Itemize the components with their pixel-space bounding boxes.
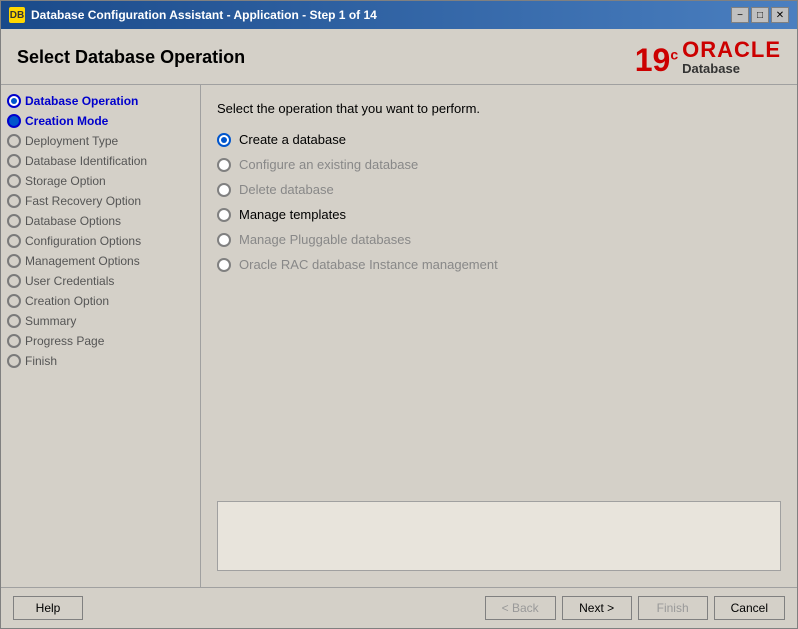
close-button[interactable]: ✕ — [771, 7, 789, 23]
sidebar-item-storage-option[interactable]: Storage Option — [1, 171, 200, 191]
step-indicator-finish — [7, 354, 21, 368]
step-indicator-summary — [7, 314, 21, 328]
sidebar-item-creation-mode[interactable]: Creation Mode — [1, 111, 200, 131]
main-content: Database Operation Creation Mode Deploymen… — [1, 85, 797, 587]
radio-label-manage-templates: Manage templates — [239, 207, 346, 222]
back-button[interactable]: < Back — [485, 596, 556, 620]
title-bar: DB Database Configuration Assistant - Ap… — [1, 1, 797, 29]
info-box — [217, 501, 781, 571]
sidebar-item-label-database-operation: Database Operation — [25, 94, 138, 108]
radio-input-configure-existing — [217, 158, 231, 172]
sidebar-item-database-operation[interactable]: Database Operation — [1, 91, 200, 111]
radio-input-delete-database — [217, 183, 231, 197]
header-bar: Select Database Operation 19c ORACLE Dat… — [1, 29, 797, 85]
sidebar-item-configuration-options[interactable]: Configuration Options — [1, 231, 200, 251]
sidebar-item-fast-recovery-option[interactable]: Fast Recovery Option — [1, 191, 200, 211]
radio-input-create-database[interactable] — [217, 133, 231, 147]
oracle-version: 19c — [635, 44, 678, 76]
oracle-brand: ORACLE Database — [682, 39, 781, 76]
radio-item-oracle-rac: Oracle RAC database Instance management — [217, 257, 781, 272]
step-indicator-configuration-options — [7, 234, 21, 248]
window-controls: − □ ✕ — [731, 7, 789, 23]
sidebar-item-label-database-identification: Database Identification — [25, 154, 147, 168]
step-indicator-database-operation — [7, 94, 21, 108]
sidebar-item-label-configuration-options: Configuration Options — [25, 234, 141, 248]
oracle-logo: 19c ORACLE Database — [635, 39, 781, 76]
step-indicator-deployment-type — [7, 134, 21, 148]
sidebar-item-label-finish: Finish — [25, 354, 57, 368]
step-indicator-creation-mode — [7, 114, 21, 128]
title-bar-left: DB Database Configuration Assistant - Ap… — [9, 7, 377, 23]
oracle-text: ORACLE — [682, 39, 781, 61]
main-window: DB Database Configuration Assistant - Ap… — [0, 0, 798, 629]
radio-group: Create a database Configure an existing d… — [217, 132, 781, 272]
sidebar-item-label-creation-option: Creation Option — [25, 294, 109, 308]
step-indicator-user-credentials — [7, 274, 21, 288]
sidebar-item-label-management-options: Management Options — [25, 254, 140, 268]
sidebar-item-label-progress-page: Progress Page — [25, 334, 104, 348]
oracle-sub: Database — [682, 61, 740, 76]
step-indicator-storage-option — [7, 174, 21, 188]
sidebar-item-label-fast-recovery-option: Fast Recovery Option — [25, 194, 141, 208]
radio-item-configure-existing: Configure an existing database — [217, 157, 781, 172]
sidebar-item-label-creation-mode: Creation Mode — [25, 114, 108, 128]
step-indicator-progress-page — [7, 334, 21, 348]
step-indicator-management-options — [7, 254, 21, 268]
radio-label-create-database: Create a database — [239, 132, 346, 147]
sidebar-item-label-user-credentials: User Credentials — [25, 274, 114, 288]
sidebar-item-label-summary: Summary — [25, 314, 76, 328]
radio-item-manage-templates[interactable]: Manage templates — [217, 207, 781, 222]
sidebar-item-finish[interactable]: Finish — [1, 351, 200, 371]
sidebar: Database Operation Creation Mode Deploymen… — [1, 85, 201, 587]
radio-item-delete-database: Delete database — [217, 182, 781, 197]
radio-label-oracle-rac: Oracle RAC database Instance management — [239, 257, 498, 272]
sidebar-item-management-options[interactable]: Management Options — [1, 251, 200, 271]
sidebar-item-label-database-options: Database Options — [25, 214, 121, 228]
next-button[interactable]: Next > — [562, 596, 632, 620]
radio-label-manage-pluggable: Manage Pluggable databases — [239, 232, 411, 247]
step-indicator-database-identification — [7, 154, 21, 168]
radio-item-manage-pluggable: Manage Pluggable databases — [217, 232, 781, 247]
step-indicator-fast-recovery-option — [7, 194, 21, 208]
minimize-button[interactable]: − — [731, 7, 749, 23]
step-indicator-creation-option — [7, 294, 21, 308]
sidebar-item-user-credentials[interactable]: User Credentials — [1, 271, 200, 291]
radio-label-delete-database: Delete database — [239, 182, 334, 197]
instruction-text: Select the operation that you want to pe… — [217, 101, 781, 116]
radio-input-manage-pluggable — [217, 233, 231, 247]
radio-label-configure-existing: Configure an existing database — [239, 157, 418, 172]
sidebar-item-creation-option[interactable]: Creation Option — [1, 291, 200, 311]
cancel-button[interactable]: Cancel — [714, 596, 785, 620]
radio-item-create-database[interactable]: Create a database — [217, 132, 781, 147]
app-icon: DB — [9, 7, 25, 23]
sidebar-item-deployment-type[interactable]: Deployment Type — [1, 131, 200, 151]
sidebar-item-progress-page[interactable]: Progress Page — [1, 331, 200, 351]
window-title: Database Configuration Assistant - Appli… — [31, 8, 377, 22]
footer: Help < Back Next > Finish Cancel — [1, 587, 797, 628]
maximize-button[interactable]: □ — [751, 7, 769, 23]
page-title: Select Database Operation — [17, 47, 245, 68]
help-button[interactable]: Help — [13, 596, 83, 620]
finish-button[interactable]: Finish — [638, 596, 708, 620]
step-indicator-database-options — [7, 214, 21, 228]
sidebar-item-database-options[interactable]: Database Options — [1, 211, 200, 231]
sidebar-item-label-deployment-type: Deployment Type — [25, 134, 118, 148]
sidebar-item-database-identification[interactable]: Database Identification — [1, 151, 200, 171]
right-panel: Select the operation that you want to pe… — [201, 85, 797, 587]
radio-input-manage-templates[interactable] — [217, 208, 231, 222]
sidebar-item-summary[interactable]: Summary — [1, 311, 200, 331]
footer-buttons: < Back Next > Finish Cancel — [485, 596, 785, 620]
sidebar-item-label-storage-option: Storage Option — [25, 174, 106, 188]
radio-input-oracle-rac — [217, 258, 231, 272]
